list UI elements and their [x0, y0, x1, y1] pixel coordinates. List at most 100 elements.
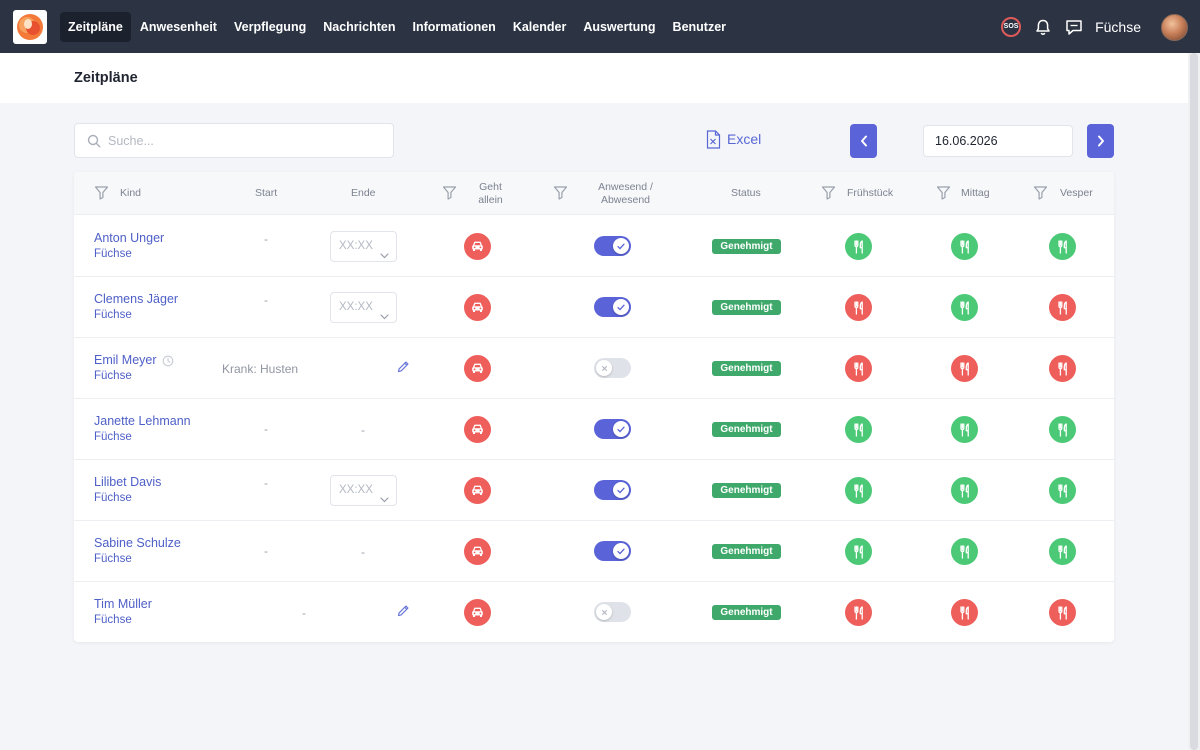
- attendance-toggle[interactable]: [594, 297, 631, 317]
- filter-icon-mittag[interactable]: [936, 185, 951, 205]
- filter-icon-geht-allein[interactable]: [442, 185, 457, 205]
- filter-icon-kind[interactable]: [94, 185, 109, 205]
- end-time-select[interactable]: XX:XX: [330, 475, 397, 506]
- status-badge: Genehmigt: [712, 300, 781, 315]
- bell-icon[interactable]: [1033, 17, 1053, 37]
- check-icon: [613, 299, 629, 315]
- lunch-meal-icon[interactable]: [951, 355, 978, 382]
- geht-allein-car-icon[interactable]: [464, 416, 491, 443]
- geht-allein-car-icon[interactable]: [464, 599, 491, 626]
- nav-item-zeitplaene[interactable]: Zeitpläne: [60, 12, 131, 42]
- nav-item-informationen[interactable]: Informationen: [404, 12, 503, 42]
- child-group-link[interactable]: Füchse: [94, 370, 132, 382]
- check-icon: [613, 421, 629, 437]
- snack-meal-icon[interactable]: [1049, 294, 1076, 321]
- header-anwesend: Anwesend /: [598, 180, 653, 193]
- child-group-link[interactable]: Füchse: [94, 248, 132, 260]
- breakfast-meal-icon[interactable]: [845, 599, 872, 626]
- nav-item-benutzer[interactable]: Benutzer: [665, 12, 734, 42]
- attendance-toggle[interactable]: [594, 480, 631, 500]
- snack-meal-icon[interactable]: [1049, 233, 1076, 260]
- search-icon: [87, 134, 101, 153]
- main-nav: Zeitpläne Anwesenheit Verpflegung Nachri…: [60, 12, 735, 42]
- chevron-down-icon: [380, 486, 389, 515]
- breakfast-meal-icon[interactable]: [845, 538, 872, 565]
- lunch-meal-icon[interactable]: [951, 294, 978, 321]
- child-group-link[interactable]: Füchse: [94, 431, 132, 443]
- nav-item-auswertung[interactable]: Auswertung: [575, 12, 663, 42]
- column-header-status: Status: [731, 187, 761, 199]
- close-icon: [596, 604, 612, 620]
- check-icon: [613, 238, 629, 254]
- lunch-meal-icon[interactable]: [951, 416, 978, 443]
- lunch-meal-icon[interactable]: [951, 538, 978, 565]
- end-time-select[interactable]: XX:XX: [330, 231, 397, 262]
- nav-item-anwesenheit[interactable]: Anwesenheit: [132, 12, 225, 42]
- snack-meal-icon[interactable]: [1049, 599, 1076, 626]
- attendance-toggle[interactable]: [594, 358, 631, 378]
- attendance-toggle[interactable]: [594, 541, 631, 561]
- geht-allein-car-icon[interactable]: [464, 477, 491, 504]
- sos-button[interactable]: SOS: [1001, 17, 1022, 37]
- nav-item-verpflegung[interactable]: Verpflegung: [226, 12, 314, 42]
- breakfast-meal-icon[interactable]: [845, 233, 872, 260]
- column-header-vesper: Vesper: [1060, 187, 1093, 199]
- child-name-link[interactable]: Tim Müller: [94, 597, 152, 611]
- column-header-ende: Ende: [351, 187, 376, 199]
- filter-icon-vesper[interactable]: [1033, 185, 1048, 205]
- chat-icon[interactable]: [1064, 17, 1084, 37]
- geht-allein-car-icon[interactable]: [464, 355, 491, 382]
- date-input[interactable]: 16.06.2026: [923, 125, 1073, 157]
- lunch-meal-icon[interactable]: [951, 233, 978, 260]
- table-row: Janette Lehmann Füchse - - Genehmigt: [74, 399, 1114, 460]
- filter-icon-anwesend[interactable]: [553, 185, 568, 205]
- nav-item-nachrichten[interactable]: Nachrichten: [315, 12, 403, 42]
- child-name-link[interactable]: Clemens Jäger: [94, 292, 178, 306]
- filter-icon-fruehstueck[interactable]: [821, 185, 836, 205]
- scrollbar-thumb[interactable]: [1190, 53, 1198, 750]
- snack-meal-icon[interactable]: [1049, 416, 1076, 443]
- table-row: Sabine Schulze Füchse - - Genehmigt: [74, 521, 1114, 582]
- child-group-link[interactable]: Füchse: [94, 553, 132, 565]
- attendance-toggle[interactable]: [594, 602, 631, 622]
- breakfast-meal-icon[interactable]: [845, 294, 872, 321]
- column-header-kind: Kind: [120, 187, 142, 199]
- geht-allein-car-icon[interactable]: [464, 538, 491, 565]
- child-group-link[interactable]: Füchse: [94, 492, 132, 504]
- current-group-label[interactable]: Füchse: [1095, 19, 1141, 35]
- next-day-button[interactable]: [1087, 124, 1114, 158]
- excel-export-button[interactable]: Excel: [706, 129, 761, 149]
- status-badge: Genehmigt: [712, 422, 781, 437]
- check-icon: [613, 482, 629, 498]
- snack-meal-icon[interactable]: [1049, 538, 1076, 565]
- attendance-toggle[interactable]: [594, 419, 631, 439]
- end-time-select[interactable]: XX:XX: [330, 292, 397, 323]
- child-name-link[interactable]: Anton Unger: [94, 231, 164, 245]
- child-name-link[interactable]: Lilibet Davis: [94, 475, 161, 489]
- chevron-right-icon: [1097, 135, 1104, 147]
- previous-day-button[interactable]: [850, 124, 877, 158]
- app-logo[interactable]: [13, 10, 47, 44]
- geht-allein-car-icon[interactable]: [464, 294, 491, 321]
- child-group-link[interactable]: Füchse: [94, 614, 132, 626]
- child-group-link[interactable]: Füchse: [94, 309, 132, 321]
- child-name-link[interactable]: Janette Lehmann: [94, 414, 191, 428]
- lunch-meal-icon[interactable]: [951, 477, 978, 504]
- avatar[interactable]: [1161, 13, 1188, 41]
- attendance-toggle[interactable]: [594, 236, 631, 256]
- nav-item-kalender[interactable]: Kalender: [505, 12, 575, 42]
- lunch-meal-icon[interactable]: [951, 599, 978, 626]
- breakfast-meal-icon[interactable]: [845, 477, 872, 504]
- child-name-link[interactable]: Sabine Schulze: [94, 536, 181, 550]
- snack-meal-icon[interactable]: [1049, 355, 1076, 382]
- end-time-placeholder: XX:XX: [339, 484, 373, 496]
- close-icon: [596, 360, 612, 376]
- breakfast-meal-icon[interactable]: [845, 416, 872, 443]
- child-name-link[interactable]: Emil Meyer: [94, 353, 157, 367]
- breakfast-meal-icon[interactable]: [845, 355, 872, 382]
- snack-meal-icon[interactable]: [1049, 477, 1076, 504]
- search-input[interactable]: [108, 132, 378, 150]
- edit-pencil-icon[interactable]: [396, 604, 410, 623]
- edit-pencil-icon[interactable]: [396, 360, 410, 379]
- geht-allein-car-icon[interactable]: [464, 233, 491, 260]
